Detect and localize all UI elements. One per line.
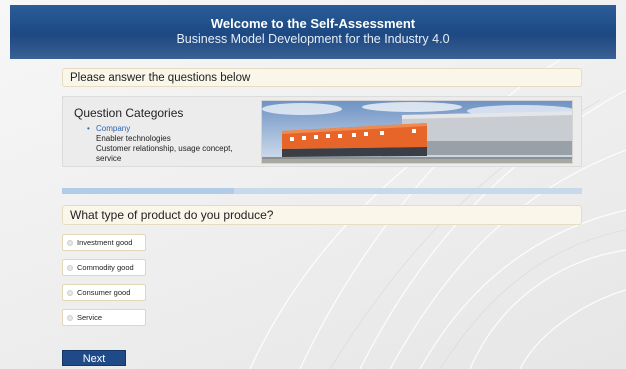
option-commodity-good[interactable]: Commodity good — [62, 259, 146, 276]
option-consumer-good[interactable]: Consumer good — [62, 284, 146, 301]
category-item-company: • Company — [87, 124, 131, 133]
category-item-enabler-technologies: Enabler technologies — [96, 134, 171, 143]
page-title: Welcome to the Self-Assessment — [210, 16, 416, 31]
bullet-icon: • — [87, 124, 90, 133]
option-service[interactable]: Service — [62, 309, 146, 326]
option-label: Commodity good — [77, 263, 134, 272]
radio-icon[interactable] — [67, 289, 73, 296]
categories-list: • Company Enabler technologies Customer r… — [87, 124, 247, 164]
option-label: Consumer good — [77, 288, 131, 297]
option-label: Service — [77, 313, 103, 322]
factory-building-photo — [261, 100, 573, 164]
question-text: What type of product do you produce? — [62, 205, 582, 225]
header-banner: Welcome to the Self-Assessment Business … — [10, 5, 616, 59]
radio-icon[interactable] — [67, 314, 73, 321]
option-investment-good[interactable]: Investment good — [62, 234, 146, 251]
question-categories-panel: Question Categories • Company Enabler tec… — [62, 96, 582, 167]
instructions-bar: Please answer the questions below — [62, 68, 582, 87]
option-label: Investment good — [77, 238, 133, 247]
factory-illustration — [262, 101, 572, 163]
progress-bar — [62, 188, 582, 194]
page-subtitle: Business Model Development for the Indus… — [176, 32, 450, 46]
categories-title: Question Categories — [74, 106, 184, 120]
category-item-customer-relationship: Customer relationship, usage concept, se… — [96, 144, 233, 163]
next-button[interactable]: Next — [62, 350, 126, 366]
radio-icon[interactable] — [67, 239, 73, 246]
radio-icon[interactable] — [67, 264, 73, 271]
progress-fill — [62, 188, 234, 194]
